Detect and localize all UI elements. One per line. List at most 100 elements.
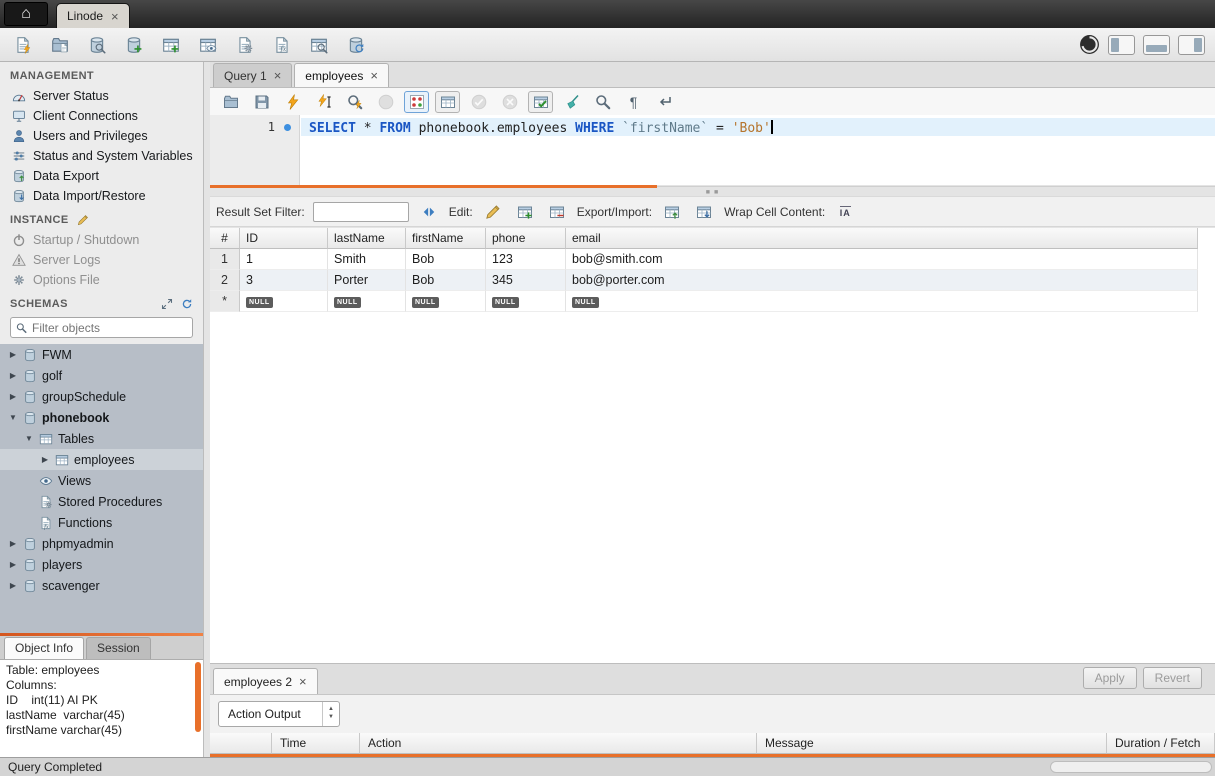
explain-button[interactable] — [342, 91, 367, 113]
cell-id[interactable]: 3 — [240, 270, 328, 291]
toggle-left-panel-button[interactable] — [1108, 35, 1135, 55]
sql-editor[interactable]: 1 SELECT * FROM phonebook.employees WHER… — [210, 115, 1215, 185]
new-sql-tab-button[interactable] — [10, 32, 36, 58]
edit-instance-icon[interactable] — [77, 214, 89, 226]
toggle-stop-on-error-button[interactable] — [404, 91, 429, 113]
cell-phone[interactable]: 345 — [486, 270, 566, 291]
find-button[interactable] — [590, 91, 615, 113]
cell-null[interactable]: NULL — [486, 291, 566, 312]
tab-employees[interactable]: employees× — [294, 63, 389, 87]
close-connection-tab-icon[interactable]: × — [111, 10, 119, 23]
tree-node-functions[interactable]: Functions — [0, 512, 203, 533]
expand-schemas-icon[interactable] — [161, 298, 173, 310]
tab-object-info[interactable]: Object Info — [4, 637, 84, 659]
beautify-button[interactable] — [559, 91, 584, 113]
cell-firstname[interactable]: Bob — [406, 249, 486, 270]
toggle-autocommit-button[interactable] — [528, 91, 553, 113]
expander-icon[interactable]: ▶ — [8, 581, 18, 590]
cell-id[interactable]: 1 — [240, 249, 328, 270]
cell-null[interactable]: NULL — [406, 291, 486, 312]
result-filter-input[interactable] — [313, 202, 409, 222]
tab-query-1[interactable]: Query 1× — [213, 63, 292, 87]
schema-item-phpmyadmin[interactable]: ▶phpmyadmin — [0, 533, 203, 554]
table-row[interactable]: 2 3 Porter Bob 345 bob@porter.com — [210, 270, 1215, 291]
create-table-button[interactable] — [158, 32, 184, 58]
close-tab-icon[interactable]: × — [274, 69, 282, 82]
close-tab-icon[interactable]: × — [299, 675, 307, 688]
cell-phone[interactable]: 123 — [486, 249, 566, 270]
column-header-lastname[interactable]: lastName — [328, 228, 406, 249]
commit-button[interactable] — [466, 91, 491, 113]
cell-null[interactable]: NULL — [328, 291, 406, 312]
schema-item-scavenger[interactable]: ▶scavenger — [0, 575, 203, 596]
cell-null[interactable]: NULL — [566, 291, 1198, 312]
rollback-button[interactable] — [497, 91, 522, 113]
export-records-button[interactable] — [660, 201, 684, 223]
tree-node-stored-procedures[interactable]: Stored Procedures — [0, 491, 203, 512]
invisible-characters-button[interactable]: ¶ — [621, 91, 646, 113]
cell-email[interactable]: bob@porter.com — [566, 270, 1198, 291]
sidebar-item-data-import[interactable]: Data Import/Restore — [0, 186, 203, 206]
column-header-firstname[interactable]: firstName — [406, 228, 486, 249]
schema-item-phonebook[interactable]: ▼phonebook — [0, 407, 203, 428]
expander-icon[interactable]: ▶ — [40, 455, 50, 464]
refresh-schemas-icon[interactable] — [181, 298, 193, 310]
result-set-tab[interactable]: employees 2× — [213, 668, 318, 694]
wrap-cell-content-button[interactable]: IA — [833, 201, 857, 223]
open-sql-script-button[interactable] — [47, 32, 73, 58]
sidebar-item-options-file[interactable]: Options File — [0, 270, 203, 290]
tree-node-employees[interactable]: ▶employees — [0, 449, 203, 470]
expander-icon[interactable]: ▶ — [8, 371, 18, 380]
tree-node-views[interactable]: Views — [0, 470, 203, 491]
sidebar-item-startup-shutdown[interactable]: Startup / Shutdown — [0, 230, 203, 250]
cell-firstname[interactable]: Bob — [406, 270, 486, 291]
column-header-id[interactable]: ID — [240, 228, 328, 249]
expander-icon[interactable]: ▶ — [8, 560, 18, 569]
limit-rows-button[interactable] — [435, 91, 460, 113]
column-header-phone[interactable]: phone — [486, 228, 566, 249]
output-column-time[interactable]: Time — [272, 733, 360, 754]
sidebar-item-client-connections[interactable]: Client Connections — [0, 106, 203, 126]
output-column-action[interactable]: Action — [360, 733, 757, 754]
sidebar-item-server-logs[interactable]: Server Logs — [0, 250, 203, 270]
expander-icon[interactable]: ▶ — [8, 350, 18, 359]
inspect-database-button[interactable] — [84, 32, 110, 58]
revert-button[interactable]: Revert — [1143, 667, 1202, 689]
wrap-text-button[interactable] — [652, 91, 677, 113]
output-column-status[interactable] — [210, 733, 272, 754]
execute-current-button[interactable] — [311, 91, 336, 113]
schema-item-golf[interactable]: ▶golf — [0, 365, 203, 386]
vertical-scrollbar[interactable] — [195, 662, 201, 732]
delete-row-button[interactable] — [545, 201, 569, 223]
apply-filter-button[interactable] — [417, 201, 441, 223]
import-records-button[interactable] — [692, 201, 716, 223]
output-column-message[interactable]: Message — [757, 733, 1107, 754]
output-column-duration[interactable]: Duration / Fetch — [1107, 733, 1215, 754]
horizontal-scrollbar[interactable] — [1050, 761, 1212, 773]
stop-button[interactable] — [373, 91, 398, 113]
execute-button[interactable] — [280, 91, 305, 113]
collapse-icon[interactable]: ▼ — [8, 413, 18, 422]
insert-row-button[interactable] — [513, 201, 537, 223]
sidebar-item-status-variables[interactable]: Status and System Variables — [0, 146, 203, 166]
save-script-button[interactable] — [249, 91, 274, 113]
expander-icon[interactable]: ▶ — [8, 539, 18, 548]
schema-filter-input[interactable] — [32, 321, 187, 335]
collapse-icon[interactable]: ▼ — [24, 434, 34, 443]
create-view-button[interactable] — [195, 32, 221, 58]
search-data-button[interactable] — [306, 32, 332, 58]
sidebar-item-users-privileges[interactable]: Users and Privileges — [0, 126, 203, 146]
cell-lastname[interactable]: Porter — [328, 270, 406, 291]
tree-node-tables[interactable]: ▼Tables — [0, 428, 203, 449]
create-schema-button[interactable] — [121, 32, 147, 58]
cell-lastname[interactable]: Smith — [328, 249, 406, 270]
apply-button[interactable]: Apply — [1083, 667, 1137, 689]
home-tab[interactable]: ⌂ — [4, 2, 48, 26]
placeholder-row[interactable]: * NULL NULL NULL NULL NULL — [210, 291, 1215, 312]
expander-icon[interactable]: ▶ — [8, 392, 18, 401]
create-function-button[interactable] — [269, 32, 295, 58]
column-header-num[interactable]: # — [210, 228, 240, 249]
cell-email[interactable]: bob@smith.com — [566, 249, 1198, 270]
sql-text[interactable]: SELECT * FROM phonebook.employees WHERE … — [309, 120, 773, 136]
reconnect-dbms-button[interactable] — [343, 32, 369, 58]
